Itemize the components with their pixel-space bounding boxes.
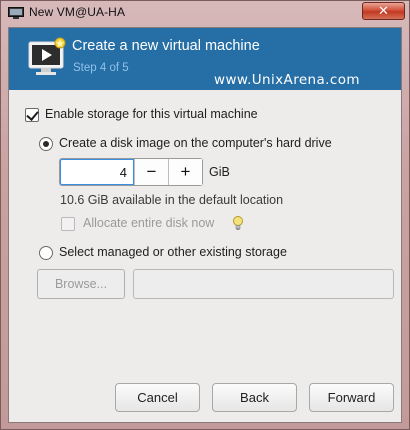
disk-size-spinbutton[interactable]: 4 − + xyxy=(59,158,203,186)
increment-button[interactable]: + xyxy=(168,159,202,185)
decrement-button[interactable]: − xyxy=(134,159,168,185)
close-window-button[interactable]: ✕ xyxy=(362,2,405,20)
watermark-text: www.UnixArena.com xyxy=(214,72,360,88)
cancel-button[interactable]: Cancel xyxy=(115,383,200,412)
wizard-step: Step 4 of 5 xyxy=(73,62,129,74)
vm-app-icon xyxy=(8,7,24,19)
wizard-title: Create a new virtual machine xyxy=(72,38,260,54)
allocate-disk-checkbox[interactable] xyxy=(61,217,75,231)
wizard-dialog: Create a new virtual machine Step 4 of 5… xyxy=(8,27,402,423)
minus-icon: − xyxy=(146,162,157,181)
title-bar[interactable]: New VM@UA-HA ✕ xyxy=(1,1,409,25)
allocate-disk-label: Allocate entire disk now xyxy=(83,216,215,230)
enable-storage-label[interactable]: Enable storage for this virtual machine xyxy=(45,107,258,121)
disk-size-input[interactable]: 4 xyxy=(60,159,134,185)
plus-icon: + xyxy=(180,162,191,181)
browse-button[interactable]: Browse... xyxy=(37,269,125,299)
lightbulb-hint-icon xyxy=(233,216,243,230)
enable-storage-checkbox[interactable] xyxy=(25,108,39,122)
available-space-text: 10.6 GiB available in the default locati… xyxy=(60,193,284,207)
storage-path-field[interactable] xyxy=(133,269,394,299)
wizard-header: Create a new virtual machine Step 4 of 5… xyxy=(9,28,401,90)
window-title: New VM@UA-HA xyxy=(29,5,126,19)
managed-storage-radio[interactable] xyxy=(39,246,53,260)
back-button[interactable]: Back xyxy=(212,383,297,412)
virtual-machine-icon xyxy=(28,37,66,75)
create-disk-radio[interactable] xyxy=(39,137,53,151)
forward-button[interactable]: Forward xyxy=(309,383,394,412)
create-disk-label[interactable]: Create a disk image on the computer's ha… xyxy=(59,136,332,150)
size-unit-label: GiB xyxy=(209,165,230,179)
managed-storage-label[interactable]: Select managed or other existing storage xyxy=(59,245,287,259)
close-icon: ✕ xyxy=(378,3,389,18)
